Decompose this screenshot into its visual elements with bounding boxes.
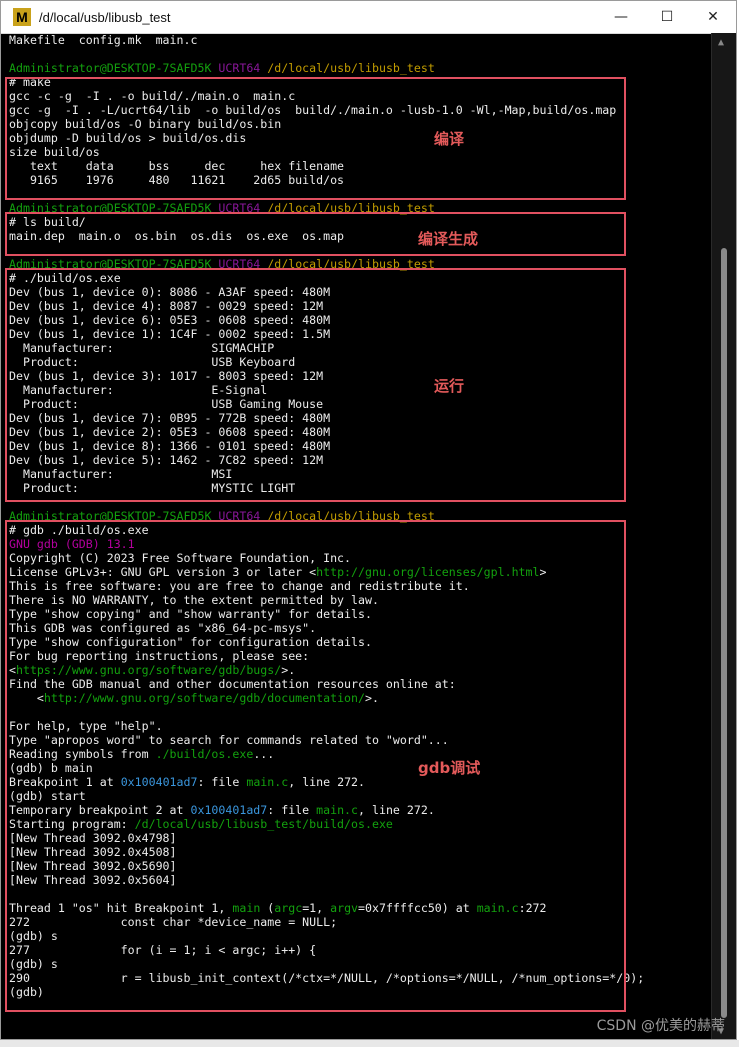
minimize-button[interactable]: —: [598, 1, 644, 33]
maximize-button[interactable]: ☐: [644, 1, 690, 33]
taskbar-strip: [0, 1040, 739, 1047]
csdn-watermark: CSDN @优美的赫蒂: [596, 1018, 725, 1034]
scrollbar-thumb[interactable]: [721, 248, 727, 1018]
terminal-text-segment: UCRT64: [218, 61, 268, 75]
ls-build-highlight-box: [5, 212, 626, 256]
annotation-compile-output: 编译生成: [418, 230, 479, 248]
gdb-highlight-box: [5, 520, 626, 1012]
window-title: /d/local/usb/libusb_test: [39, 9, 171, 25]
window-controls: — ☐ ✕: [598, 1, 736, 33]
vertical-scrollbar[interactable]: ▲ ▼: [711, 33, 736, 1039]
annotation-run: 运行: [434, 377, 465, 395]
scroll-up-arrow-icon[interactable]: ▲: [718, 37, 724, 48]
annotation-compile: 编译: [434, 130, 465, 148]
terminal-text-segment: Makefile config.mk main.c: [9, 33, 198, 47]
compile-highlight-box: [5, 77, 626, 200]
terminal-text-segment: /d/local/usb/libusb_test: [267, 61, 435, 75]
terminal-text-segment: Administrator@DESKTOP-7SAFD5K: [9, 61, 219, 75]
annotation-gdb-debug: gdb调试: [418, 759, 481, 777]
mintty-app-icon[interactable]: M: [13, 8, 31, 26]
terminal-line: Makefile config.mk main.c: [9, 33, 713, 47]
close-button[interactable]: ✕: [690, 1, 736, 33]
terminal-line: Administrator@DESKTOP-7SAFD5K UCRT64 /d/…: [9, 61, 713, 75]
run-highlight-box: [5, 268, 626, 502]
title-bar[interactable]: M /d/local/usb/libusb_test — ☐ ✕: [1, 1, 736, 34]
